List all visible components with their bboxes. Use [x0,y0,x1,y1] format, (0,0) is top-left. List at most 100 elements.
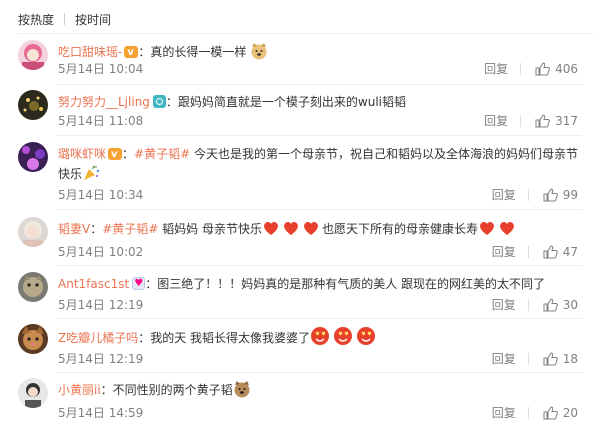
comment-body: ：真的长得一模一样 [138,45,247,59]
like-count: 99 [562,187,578,202]
comment-time: 5月14日 10:02 [58,245,144,259]
avatar[interactable] [18,90,48,120]
comment-time: 5月14日 10:04 [58,62,144,76]
comment-text: 韬妻V：#黄子韬# 韬妈妈 母亲节快乐 也愿天下所有的母亲健康长寿 [58,219,578,239]
reply-button[interactable]: 回复 [492,404,516,421]
comment-text: 吃口甜味瑶- ：真的长得一模一样 [58,42,578,63]
reply-button[interactable]: 回复 [492,350,516,367]
tab-sort-by-hot[interactable]: 按热度 [18,11,54,28]
comment-body: 今天也是我的第一个母亲节，祝自己和韬妈以及全体海浪的妈妈们母亲节 [190,147,578,161]
avatar[interactable] [18,378,48,408]
like-count: 47 [562,244,578,259]
heart-emoji-icon [262,219,322,237]
tab-sort-by-time[interactable]: 按时间 [75,11,111,28]
comment-divider [56,84,582,85]
reply-button[interactable]: 回复 [484,60,508,77]
comment-divider [56,265,582,266]
heart-badge-icon [132,274,146,294]
comment-actions: 回复 406 [484,60,578,77]
comment-item: 璐咪虾咪 ：#黄子韬# 今天也是我的第一个母亲节，祝自己和韬妈以及全体海浪的妈妈们… [0,138,594,202]
comment-text: Z吃瓣儿橘子吗：我的天 我韬长得太像我婆婆了 [58,326,578,348]
thumbs-up-icon [535,113,550,127]
comment-item: 韬妻V：#黄子韬# 韬妈妈 母亲节快乐 也愿天下所有的母亲健康长寿 5月14日 1… [0,213,594,272]
thumbs-up-icon [543,405,558,419]
thumbs-up-icon [543,297,558,311]
comment-body: 韬妈妈 母亲节快乐 [158,222,262,236]
like-button[interactable]: 47 [543,245,578,259]
reply-button[interactable]: 回复 [492,296,516,313]
comment-time: 5月14日 11:08 [58,114,144,128]
like-button[interactable]: 99 [543,188,578,202]
avatar[interactable] [18,217,48,247]
avatar[interactable] [18,142,48,172]
sort-tabs: 按热度 按时间 [18,10,111,28]
comment-time: 5月14日 14:59 [58,406,144,420]
comment-body: ：不同性别的两个黄子韬 [100,383,233,397]
action-separator [520,114,522,127]
action-separator [527,188,529,201]
comment-username[interactable]: 韬妻V [58,222,90,236]
comment-time: 5月14日 10:34 [58,188,144,202]
topic-link[interactable]: #黄子韬# [134,147,190,161]
like-button[interactable]: 406 [535,62,578,76]
like-count: 20 [562,405,578,420]
comment-time: 5月14日 12:19 [58,298,144,312]
avatar[interactable] [18,324,48,354]
comment-colon: ： [90,222,103,236]
thumbs-up-icon [543,244,558,258]
doge-emoji-icon [233,380,251,398]
comment-item: 小黄丽ii：不同性别的两个黄子韬 5月14日 14:59 回复 20 [0,374,594,433]
reply-button[interactable]: 回复 [484,112,508,129]
vip-badge-icon [124,43,139,63]
comment-colon: ： [122,147,135,161]
comment-actions: 回复 99 [492,186,578,203]
comment-divider [56,135,582,136]
comment-username[interactable]: 璐咪虾咪 [58,147,106,161]
action-separator [527,406,529,419]
avatar[interactable] [18,40,48,70]
reply-button[interactable]: 回复 [492,243,516,260]
like-button[interactable]: 18 [543,352,578,366]
action-separator [527,298,529,311]
like-count: 18 [562,351,578,366]
comment-text: Ant1fasc1st ：图三绝了！！！妈妈真的是那种有气质的美人 跟现在的网红美… [58,274,578,294]
comment-username[interactable]: Ant1fasc1st [58,277,129,291]
comment-username[interactable]: 吃口甜味瑶- [58,45,122,59]
comment-username[interactable]: 小黄丽ii [58,383,101,397]
thumbs-up-icon [543,187,558,201]
tabs-divider [18,33,594,34]
topic-link[interactable]: #黄子韬# [102,222,158,236]
like-button[interactable]: 30 [543,298,578,312]
doge-emoji-icon [250,42,268,60]
party-popper-emoji-icon [82,164,100,182]
like-button[interactable]: 317 [535,114,578,128]
action-separator [527,245,529,258]
vip-badge-icon [108,145,123,165]
comment-username[interactable]: 努力努力__Ljling [58,95,150,109]
reply-button[interactable]: 回复 [492,186,516,203]
comment-body: ：跟妈妈简直就是一个模子刻出来的wuli韬韬 [165,95,407,109]
avatar[interactable] [18,272,48,302]
comment-text: 小黄丽ii：不同性别的两个黄子韬 [58,380,578,400]
like-button[interactable]: 20 [543,406,578,420]
comment-actions: 回复 317 [484,112,578,129]
like-count: 30 [562,297,578,312]
comment-body: ：我的天 我韬长得太像我婆婆了 [138,331,311,345]
comment-text: 努力努力__Ljling ：跟妈妈简直就是一个模子刻出来的wuli韬韬 [58,92,578,112]
comment-body: ：图三绝了！！！妈妈真的是那种有气质的美人 跟现在的网红美的太不同了 [145,277,546,291]
comment-time: 5月14日 12:19 [58,352,144,366]
heart-eyes-emoji-icon [310,326,376,346]
like-count: 317 [555,113,578,128]
comment-divider [56,209,582,210]
like-count: 406 [555,61,578,76]
action-separator [520,62,522,75]
comment-item: 努力努力__Ljling ：跟妈妈简直就是一个模子刻出来的wuli韬韬 5月14日… [0,86,594,145]
thumbs-up-icon [535,61,550,75]
comment-actions: 回复 18 [492,350,578,367]
comment-actions: 回复 47 [492,243,578,260]
action-separator [527,352,529,365]
heart-emoji-icon [478,219,518,237]
comment-divider [56,318,582,319]
comment-username[interactable]: Z吃瓣儿橘子吗 [58,331,138,345]
tab-separator [64,13,66,25]
